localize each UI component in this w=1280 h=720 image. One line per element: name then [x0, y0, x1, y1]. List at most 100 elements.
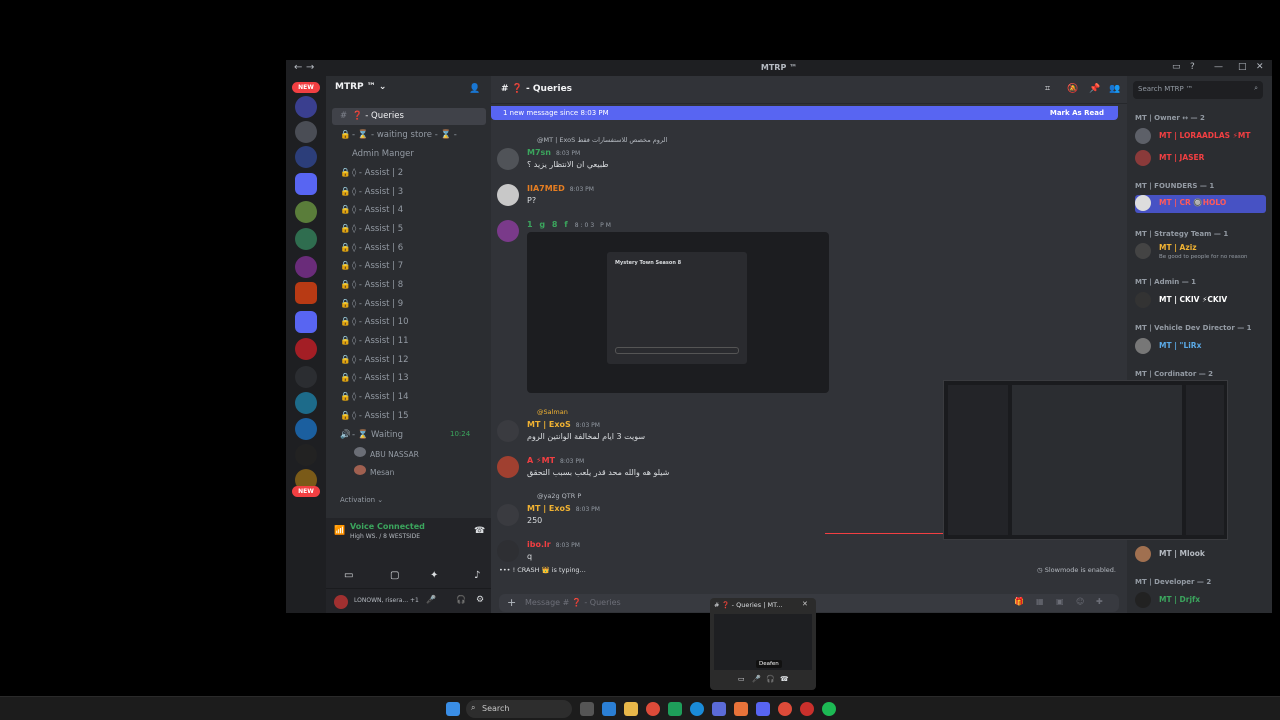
taskbar-thumbnail[interactable]: # ❓ - Queries | MT... ✕ Deafen ▭ 🎤 🎧 ☎: [710, 598, 816, 690]
discord-icon[interactable]: [756, 702, 770, 716]
video-off-icon[interactable]: ▭: [344, 570, 353, 581]
member-item[interactable]: MT | Mlook: [1135, 546, 1265, 564]
mark-as-read-button[interactable]: Mark As Read: [1050, 109, 1104, 117]
chrome-icon[interactable]: [778, 702, 792, 716]
app-icon[interactable]: [712, 702, 726, 716]
apps-icon[interactable]: ✚: [1096, 597, 1103, 606]
member-item[interactable]: MT | CKIV ⚡CKIV: [1135, 292, 1265, 310]
server-icon[interactable]: [295, 256, 317, 278]
avatar[interactable]: [497, 420, 519, 442]
activities-icon[interactable]: ✦: [430, 570, 438, 581]
soundboard-icon[interactable]: ♪: [474, 570, 480, 581]
spotify-icon[interactable]: [822, 702, 836, 716]
channel-item[interactable]: 🔒◊ - Assist | 3: [332, 184, 486, 201]
username[interactable]: MT | ExoS 8:03 PM: [527, 504, 600, 513]
category-activation[interactable]: Activation ⌄: [332, 493, 486, 510]
gear-icon[interactable]: ⚙: [476, 595, 484, 605]
avatar[interactable]: [334, 595, 348, 609]
channel-item[interactable]: 🔒◊ - Assist | 5: [332, 221, 486, 238]
avatar[interactable]: [497, 456, 519, 478]
avatar[interactable]: [497, 148, 519, 170]
headphones-icon[interactable]: 🎧: [456, 595, 466, 604]
reply-preview[interactable]: @ya2g QTR P: [537, 492, 581, 500]
taskbar-search[interactable]: ⌕ Search: [466, 700, 572, 718]
channel-item[interactable]: 🔒◊ - Assist | 11: [332, 333, 486, 350]
channel-item[interactable]: Admin Manger: [332, 146, 486, 163]
emoji-icon[interactable]: ☺: [1076, 597, 1084, 606]
voice-channel-waiting[interactable]: 🔊- ⌛ Waiting 10:24: [332, 427, 486, 444]
channel-item[interactable]: 🔒◊ - Assist | 4: [332, 202, 486, 219]
disconnect-icon[interactable]: ☎: [780, 675, 789, 683]
folder-icon[interactable]: [295, 311, 317, 333]
channel-item[interactable]: 🔒◊ - Assist | 15: [332, 408, 486, 425]
vscode-icon[interactable]: [602, 702, 616, 716]
channel-item[interactable]: 🔒◊ - Assist | 9: [332, 296, 486, 313]
server-icon[interactable]: [295, 96, 317, 118]
channel-item[interactable]: 🔒- ⌛ - waiting store - ⌛ -: [332, 127, 486, 144]
member-item[interactable]: MT | Drjfx: [1135, 592, 1265, 610]
task-view-icon[interactable]: [580, 702, 594, 716]
voice-user[interactable]: Mesan: [346, 462, 484, 479]
server-icon[interactable]: [295, 418, 317, 440]
username[interactable]: A ⚡MT 8:03 PM: [527, 456, 584, 465]
headphones-icon[interactable]: 🎧: [766, 675, 775, 683]
server-icon[interactable]: [295, 121, 317, 143]
app-icon[interactable]: [668, 702, 682, 716]
channel-item[interactable]: # ❓ - Queries: [332, 108, 486, 125]
chrome-icon[interactable]: [646, 702, 660, 716]
username[interactable]: 1 g 8 f 8:03 PM: [527, 220, 613, 229]
add-member-icon[interactable]: 👤: [469, 84, 480, 94]
close-icon[interactable]: ✕: [1256, 62, 1264, 72]
avatar[interactable]: [497, 540, 519, 562]
server-icon[interactable]: [295, 444, 317, 466]
avatar[interactable]: [497, 504, 519, 526]
member-item[interactable]: MT | JASER: [1135, 150, 1265, 168]
username[interactable]: ibo.lr 8:03 PM: [527, 540, 580, 549]
help-icon[interactable]: ?: [1190, 62, 1195, 72]
add-attachment-icon[interactable]: +: [507, 596, 516, 609]
avatar[interactable]: [497, 220, 519, 242]
disconnect-icon[interactable]: ☎: [474, 526, 485, 536]
app-icon[interactable]: [734, 702, 748, 716]
gif-icon[interactable]: ▦: [1036, 597, 1044, 606]
username[interactable]: M7sn 8:03 PM: [527, 148, 580, 157]
server-icon[interactable]: [295, 146, 317, 168]
server-icon[interactable]: [295, 392, 317, 414]
image-attachment[interactable]: Mystery Town Season 8: [527, 232, 829, 393]
channel-item[interactable]: 🔒◊ - Assist | 13: [332, 370, 486, 387]
maximize-icon[interactable]: □: [1238, 62, 1247, 72]
file-explorer-icon[interactable]: [624, 702, 638, 716]
channel-item[interactable]: 🔒◊ - Assist | 6: [332, 240, 486, 257]
search-input[interactable]: Search MTRP ™ ⌕: [1133, 81, 1263, 99]
member-item[interactable]: MT | CR 🔘HOLO: [1135, 195, 1266, 213]
channel-item[interactable]: 🔒◊ - Assist | 10: [332, 314, 486, 331]
mic-icon[interactable]: 🎤: [752, 675, 761, 683]
server-icon[interactable]: [295, 201, 317, 223]
username[interactable]: IIA7MED 8:03 PM: [527, 184, 594, 193]
server-icon[interactable]: [295, 338, 317, 360]
reply-preview[interactable]: @MT | ExoS الروم مخصص للاستفسارات فقط: [537, 136, 667, 144]
app-icon[interactable]: [800, 702, 814, 716]
start-icon[interactable]: [446, 702, 460, 716]
members-icon[interactable]: 👥: [1109, 84, 1120, 94]
reply-preview[interactable]: @Salman: [537, 408, 568, 416]
channel-item[interactable]: 🔒◊ - Assist | 14: [332, 389, 486, 406]
member-item[interactable]: MT | "LiRx: [1135, 338, 1265, 356]
sticker-icon[interactable]: ▣: [1056, 597, 1064, 606]
minimize-icon[interactable]: —: [1214, 62, 1223, 72]
pin-icon[interactable]: 📌: [1089, 84, 1100, 94]
voice-connected-label[interactable]: Voice Connected: [350, 522, 425, 531]
threads-icon[interactable]: ⌗: [1045, 84, 1050, 94]
server-icon-mt[interactable]: [295, 282, 317, 304]
mute-icon[interactable]: 🔕: [1067, 84, 1078, 94]
channel-item[interactable]: 🔒◊ - Assist | 7: [332, 258, 486, 275]
inbox-icon[interactable]: ▭: [1172, 62, 1181, 72]
channel-item[interactable]: 🔒◊ - Assist | 8: [332, 277, 486, 294]
edge-icon[interactable]: [690, 702, 704, 716]
server-header[interactable]: MTRP ™ ⌄: [326, 76, 491, 104]
member-item[interactable]: MT | LORAADLAS ⚡MT: [1135, 128, 1265, 146]
video-icon[interactable]: ▭: [738, 675, 745, 683]
screen-share-preview[interactable]: [943, 380, 1228, 540]
new-messages-bar[interactable]: 1 new message since 8:03 PM Mark As Read: [491, 106, 1118, 120]
member-item[interactable]: MT | Aziz Be good to people for no reason: [1135, 243, 1265, 265]
